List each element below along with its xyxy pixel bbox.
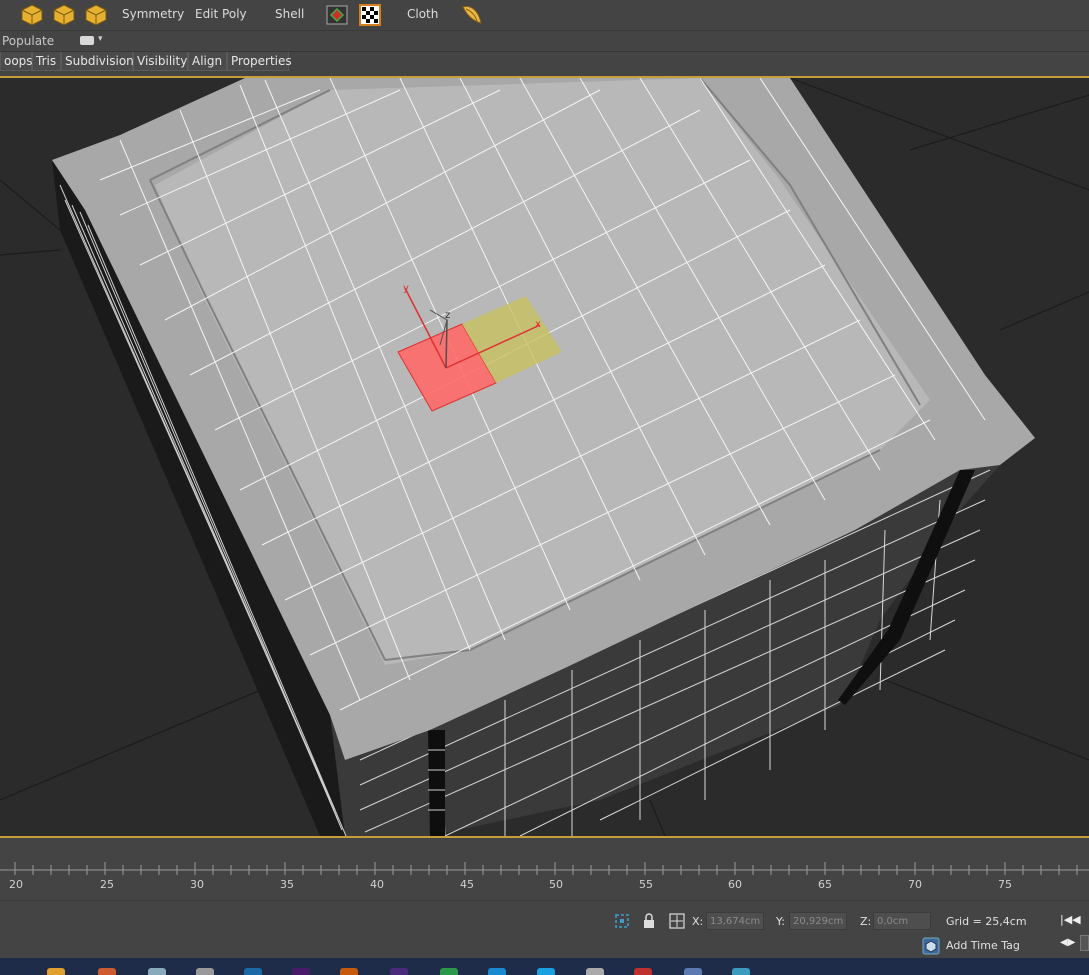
timeline-ticks [0,862,1089,875]
app-icon[interactable] [634,968,652,975]
app-icon[interactable] [684,968,702,975]
timeline-tick-label: 30 [190,878,204,891]
cloth-icon[interactable] [460,3,484,27]
cloth-button[interactable]: Cloth [407,7,438,21]
absolute-mode-icon[interactable] [669,913,685,929]
x-coord-label: X: [692,915,704,928]
timeline-tick-label: 60 [728,878,742,891]
chevron-down-icon[interactable]: ▾ [98,34,103,44]
tab-properties[interactable]: Properties [227,52,292,71]
checker-map-icon[interactable] [358,3,382,27]
go-to-start-icon[interactable]: |◀◀ [1060,913,1081,926]
timeline-tick-label: 65 [818,878,832,891]
timeline-tick-label: 45 [460,878,474,891]
main-toolbar: Symmetry Edit Poly Shell Cloth [0,0,1089,31]
premiere-icon[interactable] [292,968,310,975]
y-coord-field[interactable]: 20,929cm [789,912,847,930]
photoshop-icon[interactable] [244,968,262,975]
ribbon-tabs: oops Tris Subdivision Visibility Align P… [0,52,1089,72]
tab-visibility[interactable]: Visibility [133,52,188,71]
modifier-cube-icon[interactable] [20,3,44,27]
skype-icon[interactable] [537,968,555,975]
selection-lock-icon[interactable] [614,913,630,929]
timeline-tick-label: 20 [9,878,23,891]
time-config-icon[interactable]: ◀▶ [1060,937,1075,948]
chat-app-icon[interactable] [440,968,458,975]
perspective-viewport[interactable]: y z x [0,78,1089,836]
app-icon[interactable] [196,968,214,975]
y-coord-label: Y: [776,915,785,928]
frame-field[interactable] [1080,935,1089,951]
app-icon[interactable] [586,968,604,975]
app-icon[interactable] [98,968,116,975]
front-seam [428,730,445,836]
z-coord-field[interactable]: 0,0cm [873,912,931,930]
grid-size-label: Grid = 25,4cm [946,915,1027,928]
after-effects-icon[interactable] [390,968,408,975]
axis-y-label: y [403,283,409,294]
symmetry-button[interactable]: Symmetry [122,7,184,21]
os-taskbar [0,958,1089,975]
app-icon[interactable] [732,968,750,975]
lock-icon[interactable] [642,913,656,929]
axis-z-label: z [445,310,450,321]
x-coord-field[interactable]: 13,674cm [706,912,764,930]
add-time-tag-button[interactable]: Add Time Tag [946,939,1020,952]
tab-align[interactable]: Align [188,52,227,71]
timeline-tick-label: 35 [280,878,294,891]
populate-label[interactable]: Populate [2,34,54,48]
tab-tris[interactable]: Tris [32,52,61,71]
tab-loops[interactable]: oops [0,52,33,71]
timeline-tick-label: 50 [549,878,563,891]
z-coord-label: Z: [860,915,872,928]
modifier-cube-icon[interactable] [84,3,108,27]
uvw-map-icon[interactable] [325,3,349,27]
viewport-scene: y z x [0,78,1089,836]
illustrator-icon[interactable] [340,968,358,975]
shell-button[interactable]: Shell [275,7,304,21]
timeline-tick-label: 40 [370,878,384,891]
status-bar: X: 13,674cm Y: 20,929cm Z: 0,0cm Grid = … [0,900,1089,959]
folder-icon[interactable] [47,968,65,975]
timeline-ruler[interactable]: 20 25 30 35 40 45 50 55 60 65 70 75 [0,838,1089,900]
tab-subdivision[interactable]: Subdivision [61,52,134,71]
time-tag-icon[interactable] [922,937,940,955]
edit-poly-button[interactable]: Edit Poly [195,7,247,21]
axis-x-label: x [535,319,541,330]
app-icon[interactable] [488,968,506,975]
ribbon-toggle-icon[interactable] [80,36,94,45]
ribbon-row: Populate ▾ [0,31,1089,52]
timeline-tick-label: 25 [100,878,114,891]
timeline-tick-label: 55 [639,878,653,891]
modifier-cube-icon[interactable] [52,3,76,27]
app-icon[interactable] [148,968,166,975]
timeline-tick-label: 75 [998,878,1012,891]
timeline-tick-label: 70 [908,878,922,891]
